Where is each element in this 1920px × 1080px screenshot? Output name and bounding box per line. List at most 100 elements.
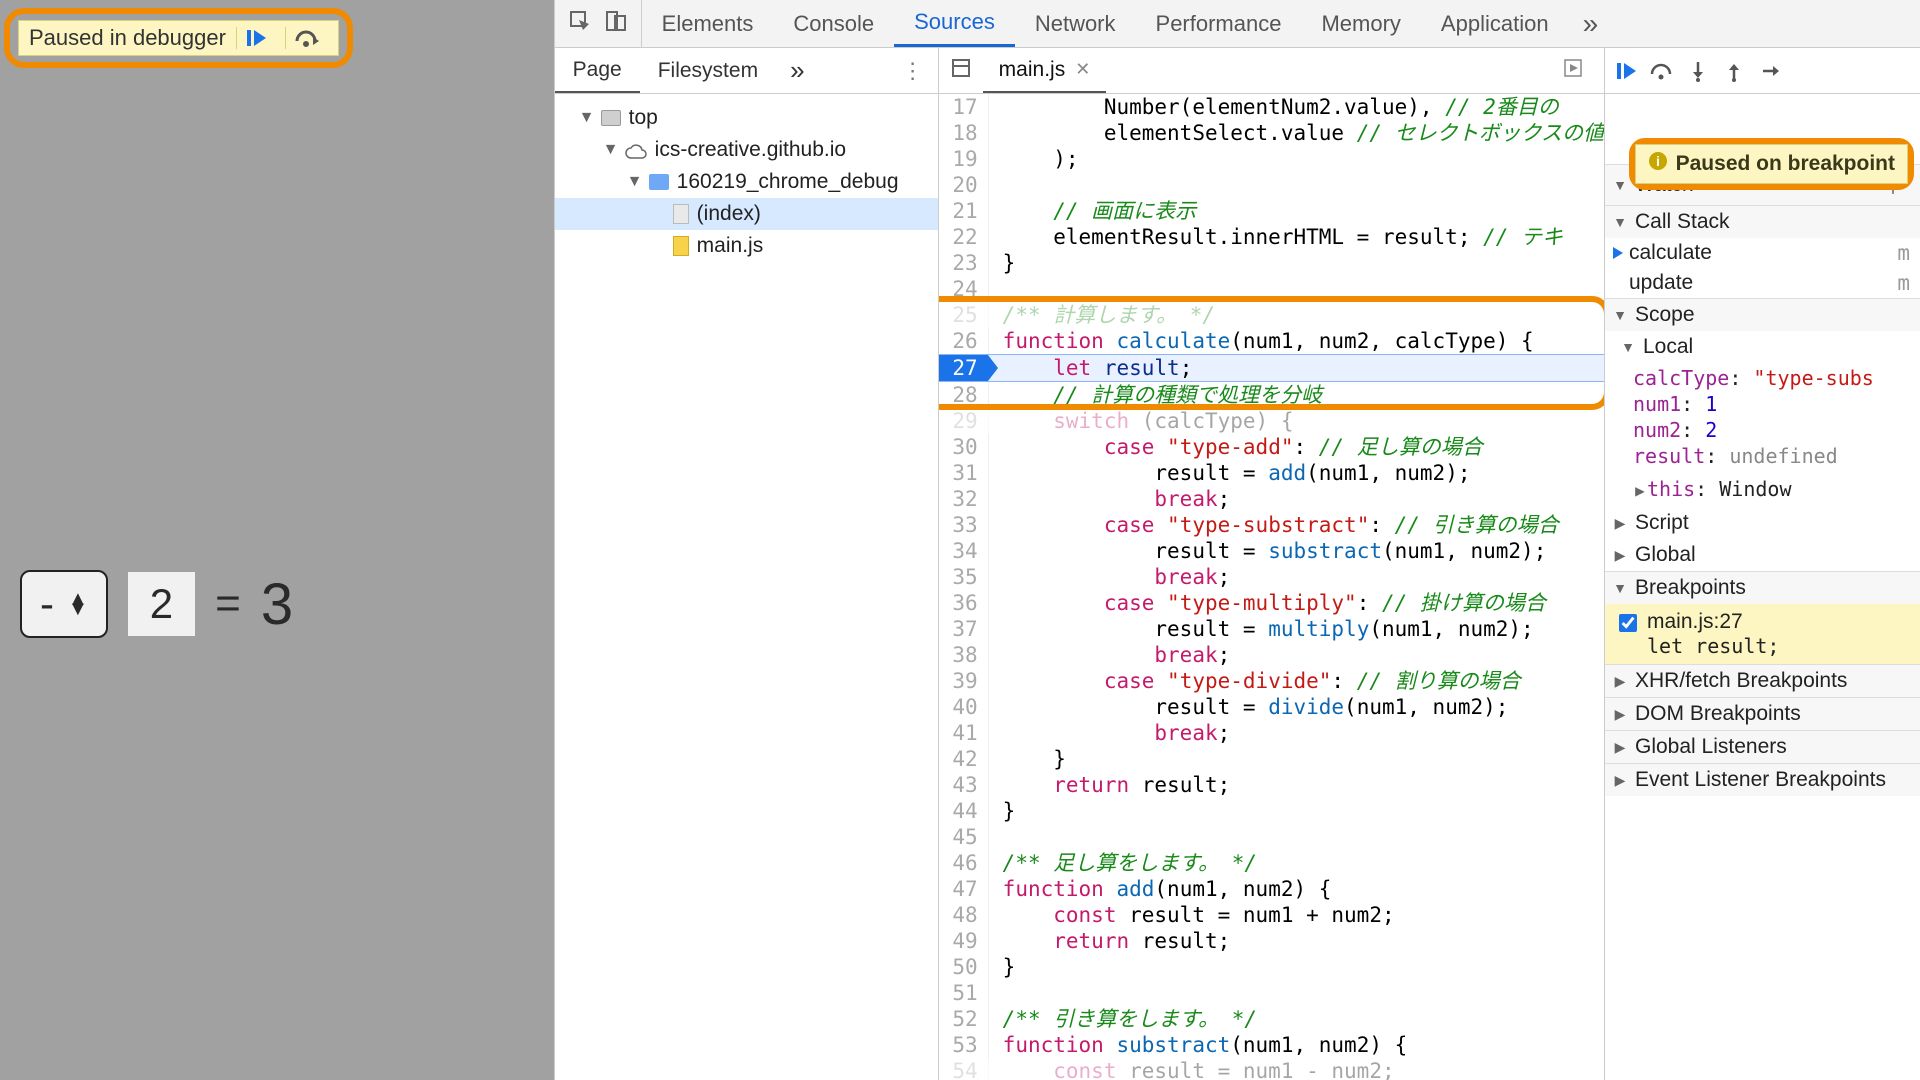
gutter-line-number[interactable]: 36 <box>939 590 989 616</box>
panel-tab-console[interactable]: Console <box>773 0 894 47</box>
code-line[interactable]: 41 break; <box>939 720 1604 746</box>
code-line[interactable]: 32 break; <box>939 486 1604 512</box>
gutter-line-number[interactable]: 34 <box>939 538 989 564</box>
code-line[interactable]: 20 <box>939 172 1604 198</box>
code-line[interactable]: 44} <box>939 798 1604 824</box>
code-line[interactable]: 34 result = substract(num1, num2); <box>939 538 1604 564</box>
gutter-line-number[interactable]: 47 <box>939 876 989 902</box>
operand-input[interactable]: 2 <box>128 572 195 636</box>
section-event-listener-breakpoints[interactable]: ▶Event Listener Breakpoints <box>1605 763 1920 796</box>
gutter-line-number[interactable]: 27 <box>939 355 989 381</box>
code-line[interactable]: 33 case "type-substract": // 引き算の場合 <box>939 512 1604 538</box>
gutter-line-number[interactable]: 53 <box>939 1032 989 1058</box>
code-line[interactable]: 31 result = add(num1, num2); <box>939 460 1604 486</box>
gutter-line-number[interactable]: 51 <box>939 980 989 1006</box>
section-global-listeners[interactable]: ▶Global Listeners <box>1605 730 1920 763</box>
code-line[interactable]: 24 <box>939 276 1604 302</box>
code-line[interactable]: 29 switch (calcType) { <box>939 408 1604 434</box>
code-line[interactable]: 22 elementResult.innerHTML = result; // … <box>939 224 1604 250</box>
operator-select[interactable]: - ▲▼ <box>20 570 108 638</box>
code-line[interactable]: 54 const result = num1 - num2; <box>939 1058 1604 1080</box>
nav-tab-filesystem[interactable]: Filesystem <box>640 48 776 93</box>
gutter-line-number[interactable]: 48 <box>939 902 989 928</box>
gutter-line-number[interactable]: 45 <box>939 824 989 850</box>
editor-file-nav-icon[interactable] <box>939 58 983 84</box>
code-line[interactable]: 53function substract(num1, num2) { <box>939 1032 1604 1058</box>
code-line[interactable]: 18 elementSelect.value // セレクトボックスの値 <box>939 120 1604 146</box>
panel-tab-application[interactable]: Application <box>1421 0 1569 47</box>
section-dom-breakpoints[interactable]: ▶DOM Breakpoints <box>1605 697 1920 730</box>
gutter-line-number[interactable]: 22 <box>939 224 989 250</box>
panel-tab-memory[interactable]: Memory <box>1301 0 1420 47</box>
section-scope[interactable]: ▼Scope <box>1605 298 1920 331</box>
gutter-line-number[interactable]: 25 <box>939 302 989 328</box>
gutter-line-number[interactable]: 41 <box>939 720 989 746</box>
code-line[interactable]: 38 break; <box>939 642 1604 668</box>
nav-tab-page[interactable]: Page <box>555 48 640 93</box>
section-call-stack[interactable]: ▼Call Stack <box>1605 205 1920 238</box>
tree-domain[interactable]: ▼ics-creative.github.io <box>555 134 938 166</box>
gutter-line-number[interactable]: 38 <box>939 642 989 668</box>
gutter-line-number[interactable]: 33 <box>939 512 989 538</box>
callstack-frame[interactable]: updatem <box>1605 268 1920 298</box>
tree-file-mainjs[interactable]: main.js <box>555 230 938 262</box>
overlay-resume-button[interactable] <box>236 27 275 49</box>
overlay-step-over-button[interactable] <box>285 27 328 49</box>
breakpoint-item[interactable]: main.js:27 let result; <box>1605 604 1920 664</box>
gutter-line-number[interactable]: 52 <box>939 1006 989 1032</box>
code-line[interactable]: 36 case "type-multiply": // 掛け算の場合 <box>939 590 1604 616</box>
gutter-line-number[interactable]: 31 <box>939 460 989 486</box>
gutter-line-number[interactable]: 30 <box>939 434 989 460</box>
callstack-frame[interactable]: calculatem <box>1605 238 1920 268</box>
inspect-element-icon[interactable] <box>569 10 591 38</box>
scope-local[interactable]: ▼Local <box>1605 331 1920 363</box>
code-line[interactable]: 21 // 画面に表示 <box>939 198 1604 224</box>
section-xhr-breakpoints[interactable]: ▶XHR/fetch Breakpoints <box>1605 664 1920 697</box>
code-area[interactable]: 17 Number(elementNum2.value), // 2番目の18 … <box>939 94 1604 1080</box>
gutter-line-number[interactable]: 35 <box>939 564 989 590</box>
gutter-line-number[interactable]: 44 <box>939 798 989 824</box>
gutter-line-number[interactable]: 39 <box>939 668 989 694</box>
scope-variable[interactable]: calcType: "type-subs <box>1633 365 1912 391</box>
section-breakpoints[interactable]: ▼Breakpoints <box>1605 571 1920 604</box>
code-line[interactable]: 49 return result; <box>939 928 1604 954</box>
gutter-line-number[interactable]: 19 <box>939 146 989 172</box>
code-line[interactable]: 51 <box>939 980 1604 1006</box>
code-line[interactable]: 26function calculate(num1, num2, calcTyp… <box>939 328 1604 354</box>
code-line[interactable]: 19 ); <box>939 146 1604 172</box>
code-line[interactable]: 37 result = multiply(num1, num2); <box>939 616 1604 642</box>
gutter-line-number[interactable]: 54 <box>939 1058 989 1080</box>
gutter-line-number[interactable]: 21 <box>939 198 989 224</box>
code-line[interactable]: 25/** 計算します。 */ <box>939 302 1604 328</box>
code-line[interactable]: 23} <box>939 250 1604 276</box>
code-line[interactable]: 30 case "type-add": // 足し算の場合 <box>939 434 1604 460</box>
gutter-line-number[interactable]: 43 <box>939 772 989 798</box>
code-line[interactable]: 28 // 計算の種類で処理を分岐 <box>939 382 1604 408</box>
gutter-line-number[interactable]: 37 <box>939 616 989 642</box>
step-out-button[interactable] <box>1717 54 1751 88</box>
scope-script[interactable]: ▶Script <box>1605 507 1920 539</box>
code-line[interactable]: 40 result = divide(num1, num2); <box>939 694 1604 720</box>
step-over-button[interactable] <box>1645 54 1679 88</box>
tree-file-index[interactable]: (index) <box>555 198 938 230</box>
gutter-line-number[interactable]: 24 <box>939 276 989 302</box>
toggle-device-icon[interactable] <box>605 10 627 38</box>
gutter-line-number[interactable]: 18 <box>939 120 989 146</box>
gutter-line-number[interactable]: 49 <box>939 928 989 954</box>
gutter-line-number[interactable]: 29 <box>939 408 989 434</box>
scope-variable[interactable]: num2: 2 <box>1633 417 1912 443</box>
code-line[interactable]: 48 const result = num1 + num2; <box>939 902 1604 928</box>
breakpoint-checkbox[interactable] <box>1619 614 1637 632</box>
code-line[interactable]: 27 let result; <box>939 354 1604 382</box>
close-tab-icon[interactable]: ✕ <box>1075 59 1090 80</box>
nav-menu-icon[interactable]: ⋮ <box>888 58 938 84</box>
gutter-line-number[interactable]: 17 <box>939 94 989 120</box>
editor-tab-mainjs[interactable]: main.js✕ <box>983 48 1107 93</box>
gutter-line-number[interactable]: 26 <box>939 328 989 354</box>
panel-tab-performance[interactable]: Performance <box>1136 0 1302 47</box>
gutter-line-number[interactable]: 28 <box>939 382 989 408</box>
scope-variable[interactable]: result: undefined <box>1633 443 1912 469</box>
gutter-line-number[interactable]: 20 <box>939 172 989 198</box>
scope-this[interactable]: ▶this: Window <box>1605 475 1920 507</box>
gutter-line-number[interactable]: 23 <box>939 250 989 276</box>
